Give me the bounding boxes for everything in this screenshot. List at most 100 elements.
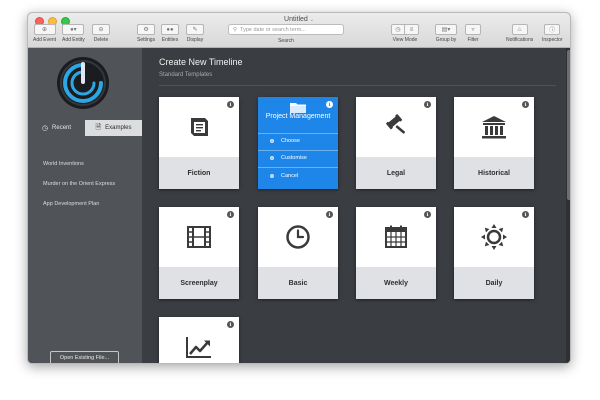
delete-label: Delete	[93, 37, 109, 43]
gear-icon: ⚙	[137, 24, 156, 35]
info-icon[interactable]: i	[424, 101, 431, 108]
funnel-icon: ▿	[465, 24, 481, 35]
list-view-icon[interactable]: ≡	[405, 24, 419, 35]
sidebar-item-murder-orient-express[interactable]: Murder on the Orient Express	[43, 181, 115, 187]
divider	[258, 150, 338, 151]
template-label: Project Management	[265, 113, 331, 120]
cancel-label: Cancel	[281, 173, 299, 179]
entities-label: Entities	[161, 37, 179, 43]
sidebar-tabs: ◷ Recent 🗎 Examples	[28, 120, 142, 136]
template-card-basic[interactable]: i Basic	[258, 207, 338, 299]
add-entity-button[interactable]: ●▾ Add Entity	[62, 24, 85, 43]
app-logo-icon	[57, 57, 109, 109]
info-icon: ⓘ	[544, 24, 561, 35]
search-icon: ⚲	[233, 26, 238, 33]
document-icon: 🗎	[95, 123, 102, 131]
info-icon[interactable]: i	[326, 211, 333, 218]
settings-label: Settings	[137, 37, 156, 43]
template-card-trend[interactable]: i	[159, 317, 239, 363]
info-icon[interactable]: i	[227, 211, 234, 218]
tab-recent[interactable]: ◷ Recent	[28, 120, 85, 136]
inspector-label: Inspector	[542, 37, 563, 43]
settings-button[interactable]: ⚙ Settings	[137, 24, 155, 43]
minus-circle-icon: ⊖	[92, 24, 110, 35]
plus-circle-icon: ⊕	[33, 24, 56, 35]
sidebar-item-app-development-plan[interactable]: App Development Plan	[43, 201, 99, 207]
timeline-view-icon[interactable]: ◷	[391, 24, 405, 35]
tab-recent-label: Recent	[52, 125, 72, 131]
choose-label: Choose	[281, 138, 300, 144]
info-icon[interactable]: i	[227, 321, 234, 328]
people-icon: ●●	[161, 24, 179, 35]
add-event-button[interactable]: ⊕ Add Event	[33, 24, 56, 43]
search-input[interactable]: ⚲ Type date or search term...	[228, 24, 344, 35]
template-card-legal[interactable]: i Legal	[356, 97, 436, 189]
template-label: Legal	[356, 157, 436, 189]
info-icon[interactable]: i	[424, 211, 431, 218]
group-by-icon: ▤▾	[435, 24, 457, 35]
entities-button[interactable]: ●● Entities	[161, 24, 179, 43]
scrollbar[interactable]	[566, 48, 570, 363]
window-title-text: Untitled	[284, 16, 308, 23]
section-title: Standard Templates	[159, 72, 213, 78]
template-label: Weekly	[356, 267, 436, 299]
radio-dot-icon	[270, 139, 274, 143]
bell-icon: ♨	[511, 24, 528, 35]
delete-button[interactable]: ⊖ Delete	[92, 24, 110, 43]
radio-dot-icon	[270, 174, 274, 178]
info-icon[interactable]: i	[326, 101, 333, 108]
filter-label: Filter	[467, 37, 479, 43]
template-card-weekly[interactable]: i Weekly	[356, 207, 436, 299]
search-label: Search	[278, 38, 294, 44]
template-label: Historical	[454, 157, 534, 189]
filter-button[interactable]: ▿ Filter	[465, 24, 481, 43]
add-person-icon: ●▾	[62, 24, 85, 35]
template-card-screenplay[interactable]: i Screenplay	[159, 207, 239, 299]
info-icon[interactable]: i	[227, 101, 234, 108]
template-card-project-management[interactable]: i Project Management Choose Customise Ca…	[258, 97, 338, 189]
display-button[interactable]: ✎ Display	[186, 24, 204, 43]
tab-examples-label: Examples	[105, 125, 132, 131]
view-mode-label: View Mode	[392, 37, 418, 43]
page-title: Create New Timeline	[159, 57, 243, 67]
add-event-label: Add Event	[33, 37, 57, 43]
template-label: Fiction	[159, 157, 239, 189]
radio-dot-icon	[270, 156, 274, 160]
divider	[159, 85, 556, 86]
search-placeholder: Type date or search term...	[240, 26, 306, 33]
inspector-button[interactable]: ⓘ Inspector	[542, 24, 563, 43]
group-by-button[interactable]: ▤▾ Group by	[435, 24, 457, 43]
sidebar-item-world-inventions[interactable]: World Inventions	[43, 161, 84, 167]
display-label: Display	[186, 37, 204, 43]
group-by-label: Group by	[435, 37, 457, 43]
add-entity-label: Add Entity	[62, 37, 85, 43]
divider	[258, 133, 338, 134]
brush-icon: ✎	[186, 24, 204, 35]
tab-examples[interactable]: 🗎 Examples	[85, 120, 142, 136]
window-title: Untitled ⌄	[28, 16, 570, 23]
choose-option[interactable]: Choose	[270, 138, 300, 144]
chevron-down-icon[interactable]: ⌄	[310, 17, 314, 23]
info-icon[interactable]: i	[522, 211, 529, 218]
customise-option[interactable]: Customise	[270, 155, 307, 161]
notifications-button[interactable]: ♨ Notifications	[506, 24, 533, 43]
sidebar: ◷ Recent 🗎 Examples World Inventions Mur…	[28, 48, 142, 363]
notifications-label: Notifications	[506, 37, 534, 43]
template-label: Screenplay	[159, 267, 239, 299]
open-existing-file-button[interactable]: Open Existing File...	[50, 351, 119, 363]
template-card-daily[interactable]: i Daily	[454, 207, 534, 299]
template-label: Basic	[258, 267, 338, 299]
main-content: Create New Timeline Standard Templates i…	[142, 48, 566, 363]
customise-label: Customise	[281, 155, 307, 161]
info-icon[interactable]: i	[522, 101, 529, 108]
view-mode-control[interactable]: ◷ ≡ View Mode	[391, 24, 419, 43]
title-bar: Untitled ⌄ ⊕ Add Event ●▾ Add Entity ⊖ D…	[28, 13, 570, 48]
divider	[258, 167, 338, 168]
app-window: Untitled ⌄ ⊕ Add Event ●▾ Add Entity ⊖ D…	[27, 12, 571, 364]
cancel-option[interactable]: Cancel	[270, 173, 298, 179]
template-card-fiction[interactable]: i Fiction	[159, 97, 239, 189]
template-label: Daily	[454, 267, 534, 299]
clock-icon: ◷	[41, 125, 49, 132]
scrollbar-thumb[interactable]	[567, 50, 570, 200]
template-card-historical[interactable]: i Historical	[454, 97, 534, 189]
